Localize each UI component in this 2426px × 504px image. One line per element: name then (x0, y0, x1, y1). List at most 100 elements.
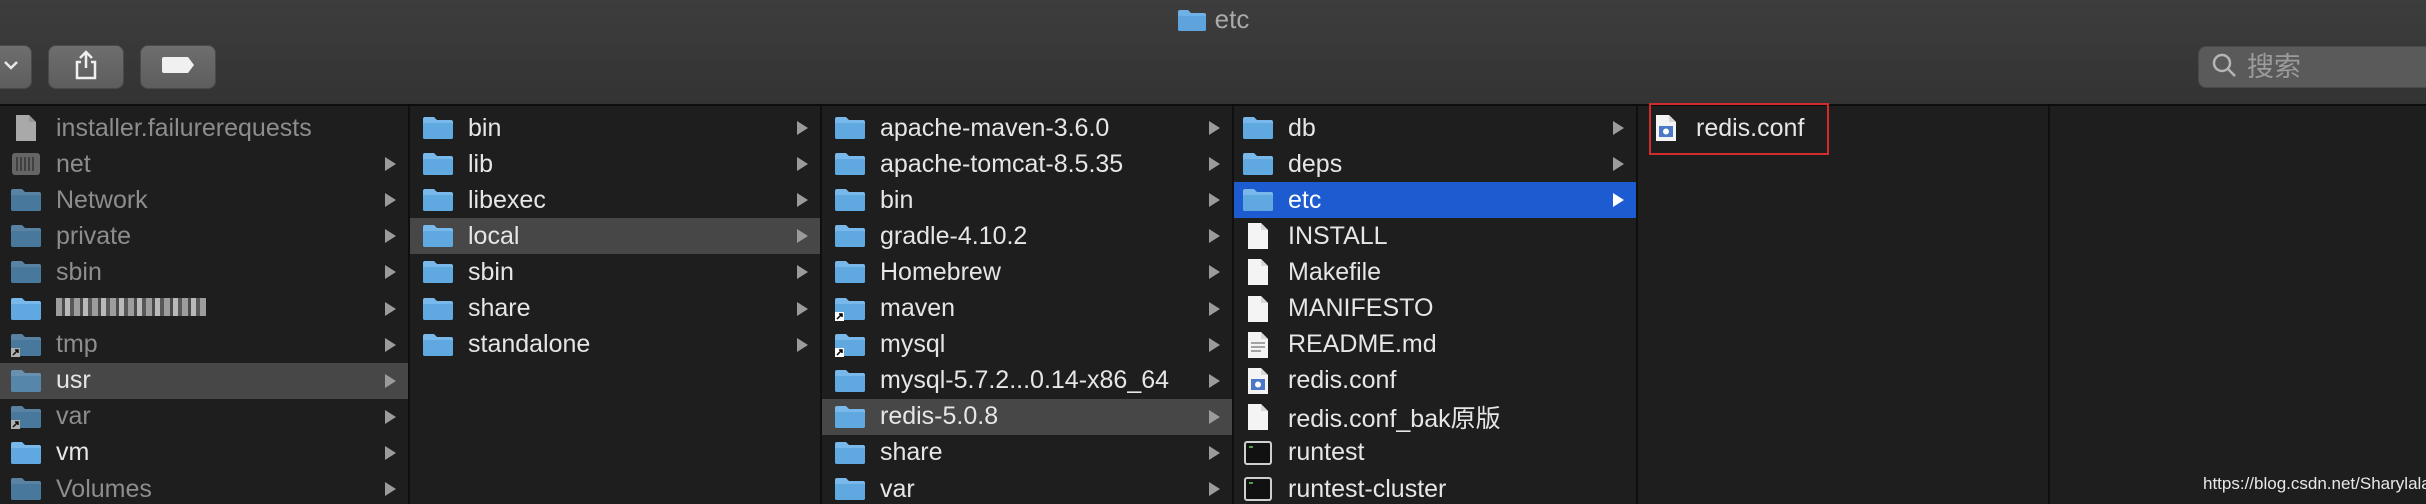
disclosure-arrow-icon (797, 301, 808, 316)
list-item-label: mysql (880, 330, 946, 359)
list-item[interactable]: share (410, 291, 820, 327)
disclosure-arrow-icon (385, 482, 396, 496)
list-item[interactable]: redis.conf_bak原版 (1234, 399, 1636, 435)
list-item[interactable]: mysql-5.7.2...0.14-x86_64 (822, 363, 1232, 399)
list-item-label: var (880, 474, 915, 503)
list-item[interactable]: Makefile (1234, 254, 1636, 290)
tags-button[interactable] (140, 45, 216, 89)
column-5: redis.conf (1638, 106, 2050, 504)
list-item[interactable]: maven (822, 291, 1232, 327)
column-3: apache-maven-3.6.0 apache-tomcat-8.5.35 bi… (822, 106, 1234, 504)
terminal-icon (1242, 474, 1274, 504)
share-button[interactable] (48, 45, 124, 89)
toolbar: etc (0, 0, 2426, 106)
list-item[interactable]: apache-tomcat-8.5.35 (822, 146, 1232, 182)
document-icon (1242, 294, 1274, 324)
disclosure-arrow-icon (1209, 373, 1220, 388)
list-item[interactable]: sbin (410, 254, 820, 290)
list-item[interactable]: usr (0, 362, 408, 399)
disclosure-arrow-icon (1209, 445, 1220, 460)
folder-icon (834, 221, 866, 251)
folder-icon (834, 474, 866, 504)
window-title: etc (0, 4, 2426, 38)
folder-icon (422, 185, 454, 215)
search-field[interactable] (2198, 46, 2426, 88)
disclosure-arrow-icon (385, 301, 396, 316)
tag-icon (160, 55, 196, 80)
list-item-label: gradle-4.10.2 (880, 221, 1028, 250)
list-item-label: db (1288, 113, 1316, 142)
list-item[interactable]: db (1234, 110, 1636, 146)
list-item[interactable]: standalone (410, 327, 820, 363)
list-item-label: Homebrew (880, 257, 1001, 286)
column-6 (2050, 106, 2426, 504)
list-item[interactable] (0, 291, 408, 327)
list-item-label: net (56, 149, 91, 178)
list-item[interactable]: redis-5.0.8 (822, 398, 1232, 435)
list-item[interactable]: sbin (0, 254, 408, 290)
folder-icon (10, 257, 42, 287)
list-item[interactable]: runtest (1234, 435, 1636, 471)
folder-icon (1242, 185, 1274, 215)
search-input[interactable] (2245, 50, 2426, 84)
folder-icon (834, 113, 866, 143)
disclosure-arrow-icon (1209, 193, 1220, 208)
list-item-label: tmp (56, 330, 98, 359)
disclosure-arrow-icon (385, 157, 396, 172)
disclosure-arrow-icon (385, 445, 396, 460)
list-item-label: sbin (468, 257, 514, 286)
list-item[interactable]: deps (1234, 146, 1636, 182)
list-item[interactable]: net (0, 146, 408, 182)
folder-icon (834, 402, 866, 432)
folder-icon (422, 257, 454, 287)
disclosure-arrow-icon (1209, 409, 1220, 424)
view-options-button[interactable] (0, 45, 32, 89)
list-item[interactable]: bin (410, 110, 820, 146)
list-item[interactable]: tmp (0, 327, 408, 363)
list-item[interactable]: INSTALL (1234, 218, 1636, 254)
list-item[interactable]: etc (1234, 182, 1636, 219)
list-item[interactable]: vm (0, 435, 408, 471)
list-item-label: MANIFESTO (1288, 294, 1434, 322)
folder-icon (10, 438, 42, 468)
folder-icon (834, 366, 866, 396)
list-item-label: bin (880, 185, 914, 214)
list-item[interactable]: share (822, 435, 1232, 471)
folder-icon (422, 149, 454, 179)
list-item[interactable]: Network (0, 182, 408, 218)
list-item-label: vm (56, 438, 90, 467)
share-icon (74, 49, 98, 85)
list-item[interactable]: mysql (822, 327, 1232, 363)
list-item[interactable]: redis.conf (1234, 363, 1636, 399)
list-item-label: deps (1288, 149, 1343, 178)
list-item[interactable]: Volumes (0, 471, 408, 504)
list-item-label: runtest (1288, 438, 1365, 467)
list-item[interactable]: README.md (1234, 327, 1636, 363)
list-item[interactable]: var (0, 399, 408, 435)
list-item[interactable]: libexec (410, 182, 820, 218)
list-item[interactable]: local (410, 218, 820, 255)
list-item[interactable]: bin (822, 182, 1232, 218)
column-1: installer.failurerequests net Network priva… (0, 106, 410, 504)
folder-icon (10, 221, 42, 251)
list-item[interactable]: runtest-cluster (1234, 471, 1636, 504)
list-item[interactable]: var (822, 471, 1232, 504)
column-2: bin lib libexec local sbin share standalone (410, 106, 822, 504)
list-item[interactable]: gradle-4.10.2 (822, 218, 1232, 254)
search-icon (2211, 52, 2237, 83)
document-icon (10, 113, 42, 143)
list-item-label: var (56, 402, 91, 431)
list-item[interactable]: MANIFESTO (1234, 291, 1636, 327)
list-item[interactable]: apache-maven-3.6.0 (822, 110, 1232, 146)
disclosure-arrow-icon (1209, 301, 1220, 316)
list-item-label: Volumes (56, 474, 152, 503)
disclosure-arrow-icon (797, 229, 808, 244)
list-item[interactable]: installer.failurerequests (0, 110, 408, 146)
list-item[interactable]: lib (410, 146, 820, 182)
list-item[interactable]: Homebrew (822, 254, 1232, 290)
disclosure-arrow-icon (385, 373, 396, 388)
document-icon (1242, 402, 1274, 432)
list-item[interactable]: private (0, 218, 408, 254)
list-item-label: apache-tomcat-8.5.35 (880, 149, 1124, 178)
list-item-label: INSTALL (1288, 221, 1388, 250)
